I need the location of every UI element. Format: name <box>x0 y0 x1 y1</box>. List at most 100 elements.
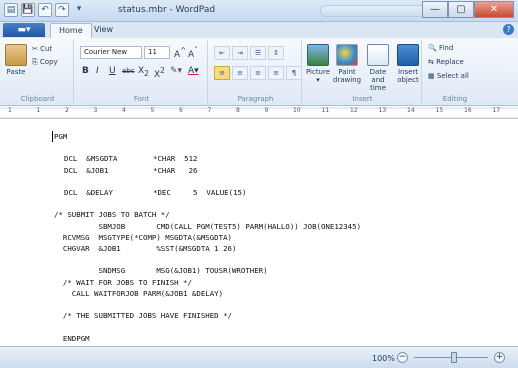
document-area[interactable]: PGM DCL &MSGDTA *CHAR 512 DCL &JOB1 *CHAR … <box>0 119 518 346</box>
underline-icon[interactable]: U <box>109 66 116 76</box>
undo-icon[interactable]: ↶ <box>38 3 52 17</box>
app-icon[interactable]: ▤ <box>4 3 18 17</box>
picture-button[interactable]: Picture ▾ <box>304 44 332 84</box>
object-icon <box>397 44 419 66</box>
ruler-number: 9 <box>264 107 269 114</box>
ruler-number: 1 <box>8 107 12 114</box>
date-time-button[interactable]: Date and time <box>362 44 394 92</box>
line-spacing-icon[interactable]: ↕ <box>268 46 284 60</box>
copy-button[interactable]: ⎘ Copy <box>32 58 58 67</box>
help-icon[interactable]: ? <box>503 24 514 35</box>
ruler-number: 7 <box>207 107 212 114</box>
window-controls: — ▢ ✕ <box>422 1 514 18</box>
cut-button[interactable]: ✂ Cut <box>32 45 52 53</box>
grow-font-icon[interactable]: A^ <box>174 46 186 60</box>
editing-group: 🔍 Find ⇆ Replace ▦ Select all Editing <box>424 40 486 104</box>
document-line: /* SUBMIT JOBS TO BATCH */ <box>54 210 170 220</box>
clipboard-group-label: Clipboard <box>20 95 55 103</box>
ruler-number: 3 <box>93 107 98 114</box>
customize-qat-icon[interactable]: ▾ <box>72 3 86 17</box>
ruler[interactable]: 1 1 2 3 4 5 6 7 8 9 10 11 12 13 14 15 16 17 <box>0 107 518 119</box>
zoom-out-button[interactable]: − <box>397 352 408 363</box>
replace-icon: ⇆ <box>428 58 434 66</box>
bullets-icon[interactable]: ☰ <box>250 46 266 60</box>
ruler-number: 15 <box>435 107 444 114</box>
date-label-2: time <box>370 84 386 92</box>
increase-indent-icon[interactable]: ⇥ <box>232 46 248 60</box>
editing-group-label: Editing <box>442 95 468 103</box>
paste-button[interactable]: Paste <box>4 44 28 76</box>
paint-label: Paint <box>338 68 356 76</box>
font-family-select[interactable]: Courier New <box>80 46 142 59</box>
ruler-number: 1 <box>36 107 41 114</box>
quick-access-toolbar: ▤ 💾 ↶ ↷ ▾ <box>4 3 86 17</box>
document-line: /* WAIT FOR JOBS TO FINISH */ <box>54 277 192 287</box>
insert-group: Picture ▾ Paint drawing Date and time Inser… <box>304 40 422 104</box>
document-line: ENDPGM <box>54 333 90 343</box>
highlight-icon[interactable]: ✎▾ <box>170 66 182 76</box>
window-title: status.mbr - WordPad <box>118 5 216 15</box>
decrease-indent-icon[interactable]: ⇤ <box>214 46 230 60</box>
close-button[interactable]: ✕ <box>474 1 514 18</box>
zoom-level: 100% <box>372 354 395 363</box>
ruler-number: 6 <box>179 107 183 114</box>
date-label: Date and <box>369 68 387 84</box>
ruler-number: 4 <box>122 107 126 114</box>
italic-icon[interactable]: I <box>96 66 99 76</box>
save-icon[interactable]: 💾 <box>21 3 35 17</box>
copy-icon: ⎘ <box>32 58 38 66</box>
align-center-icon[interactable]: ≡ <box>232 66 248 80</box>
document-line: CHGVAR &JOB1 %SST(&MSGDTA 1 26) <box>54 244 237 253</box>
bold-icon[interactable]: B <box>82 66 89 76</box>
justify-icon[interactable]: ≡ <box>268 66 284 80</box>
zoom-slider-thumb[interactable] <box>451 352 457 363</box>
clipboard-group: Paste ✂ Cut ⎘ Copy Clipboard <box>2 40 74 104</box>
select-all-button[interactable]: ▦ Select all <box>428 72 469 80</box>
document-line: SNDMSG MSG(&JOB1) TOUSR(WROTHER) <box>54 266 268 276</box>
redo-icon[interactable]: ↷ <box>55 3 69 17</box>
strikethrough-icon[interactable]: abc <box>122 67 135 75</box>
document-line: CALL WAITFORJOB PARM(&JOB1 &DELAY) <box>54 288 224 298</box>
paint-icon <box>336 44 358 66</box>
font-color-icon[interactable]: A▾ <box>188 66 199 76</box>
paste-icon <box>5 44 27 66</box>
insert-group-label: Insert <box>352 95 373 103</box>
ruler-number: 8 <box>236 107 240 114</box>
file-menu-button[interactable]: ▬▾ <box>3 23 45 37</box>
ruler-number: 11 <box>321 107 330 114</box>
object-label: Insert <box>397 68 419 76</box>
paragraph-group: ⇤ ⇥ ☰ ↕ ≡ ≡ ≡ ≡ ¶ Paragraph <box>210 40 302 104</box>
select-all-icon: ▦ <box>428 72 435 80</box>
ruler-number: 5 <box>150 107 155 114</box>
shrink-font-icon[interactable]: Aˇ <box>188 46 198 60</box>
align-right-icon[interactable]: ≡ <box>250 66 266 80</box>
ruler-number: 10 <box>293 107 301 114</box>
insert-object-button[interactable]: Insert object <box>394 44 422 84</box>
paint-drawing-button[interactable]: Paint drawing <box>332 44 362 84</box>
document-line: SBMJOB CMD(CALL PGM(TEST5) PARM(HALLO)) … <box>54 221 362 231</box>
ruler-number: 17 <box>492 107 501 114</box>
replace-button[interactable]: ⇆ Replace <box>428 58 464 66</box>
superscript-icon[interactable]: X2 <box>154 66 165 80</box>
scissors-icon: ✂ <box>32 45 38 53</box>
align-left-icon[interactable]: ≡ <box>214 66 230 80</box>
binoculars-icon: 🔍 <box>428 44 437 52</box>
minimize-button[interactable]: — <box>422 1 448 18</box>
paint-label-2: drawing <box>332 76 362 84</box>
paragraph-dialog-icon[interactable]: ¶ <box>286 66 302 80</box>
ruler-number: 2 <box>65 107 69 114</box>
paragraph-group-label: Paragraph <box>237 95 274 103</box>
find-label: Find <box>438 44 454 52</box>
tab-view[interactable]: View <box>86 23 121 38</box>
cut-label: Cut <box>40 45 53 53</box>
title-bar: ▤ 💾 ↶ ↷ ▾ status.mbr - WordPad — ▢ ✕ <box>0 0 518 22</box>
find-button[interactable]: 🔍 Find <box>428 44 453 52</box>
maximize-button[interactable]: ▢ <box>448 1 474 18</box>
document-line: RCVMSG MSGTYPE(*COMP) MSGDTA(&MSGDTA) <box>54 232 232 242</box>
blurred-search-area <box>320 5 430 17</box>
zoom-in-button[interactable]: + <box>494 352 505 363</box>
subscript-icon[interactable]: X2 <box>138 66 149 78</box>
copy-label: Copy <box>39 58 58 66</box>
font-group: Courier New 11 A^ Aˇ B I U abc X2 X2 ✎▾ … <box>76 40 208 104</box>
font-size-select[interactable]: 11 <box>144 46 170 59</box>
